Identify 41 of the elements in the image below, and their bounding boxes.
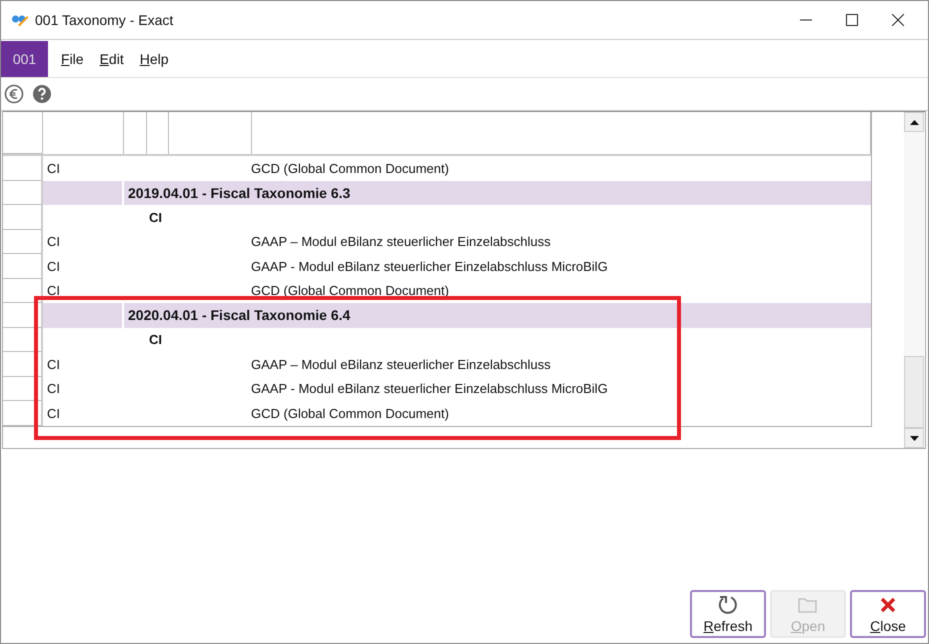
table-cell: CI	[149, 332, 162, 348]
group-header[interactable]: 2019.04.01 - Fiscal Taxonomie 6.3	[43, 180, 871, 205]
row-header[interactable]	[3, 401, 43, 426]
table-cell-text: GCD (Global Common Document)	[250, 160, 450, 176]
company-badge[interactable]: 001	[1, 41, 48, 77]
table-cell-text: GAAP – Modul eBilanz steuerlicher Einzelabschluss	[250, 356, 552, 372]
table-cell-text: CI	[46, 356, 61, 372]
action-button[interactable]: Refresh	[690, 590, 766, 638]
action-button[interactable]: Close	[850, 590, 926, 638]
menu-item[interactable]: File	[61, 51, 84, 67]
help-icon[interactable]	[32, 84, 52, 104]
table-cell-text: GCD (Global Common Document)	[250, 406, 450, 421]
scrollbar[interactable]	[904, 112, 924, 448]
row-header[interactable]	[3, 278, 43, 303]
scroll-thumb[interactable]	[904, 356, 924, 428]
table-cell-text: CI	[46, 283, 61, 298]
menu-item[interactable]: Edit	[100, 51, 124, 67]
scroll-down-icon[interactable]	[910, 436, 918, 440]
table-cell: CI	[149, 210, 162, 225]
row-header[interactable]	[3, 328, 43, 352]
table-cell-text: GAAP – Modul eBilanz steuerlicher Einzelabschluss	[250, 234, 552, 250]
row-header[interactable]	[3, 376, 43, 401]
table-cell-text: GAAP - Modul eBilanz steuerlicher Einzelabschluss MicroBilG	[250, 258, 609, 274]
table-cell-text: CI	[46, 234, 61, 250]
table-cell-text: CI	[46, 258, 61, 274]
table-cell-text: CI	[46, 406, 61, 421]
group-header[interactable]: 2020.04.01 - Fiscal Taxonomie 6.4	[43, 303, 871, 328]
euro-icon[interactable]	[4, 84, 24, 104]
maximize-icon[interactable]	[846, 14, 858, 26]
scroll-up-icon[interactable]	[910, 120, 918, 124]
window-title: 001 Taxonomy - Exact	[35, 12, 174, 28]
close-icon[interactable]	[892, 14, 904, 26]
table-cell-text: CI	[46, 381, 61, 396]
row-header[interactable]	[3, 352, 43, 376]
corner-header	[3, 112, 43, 154]
table-cell-text: GCD (Global Common Document)	[250, 283, 450, 298]
refresh-icon	[717, 594, 739, 616]
table-cell-text: CI	[46, 160, 61, 176]
app-logo-icon	[11, 13, 29, 27]
table-cell-text: GAAP - Modul eBilanz steuerlicher Einzelabschluss MicroBilG	[250, 381, 609, 396]
menu-item[interactable]: Help	[140, 51, 169, 67]
